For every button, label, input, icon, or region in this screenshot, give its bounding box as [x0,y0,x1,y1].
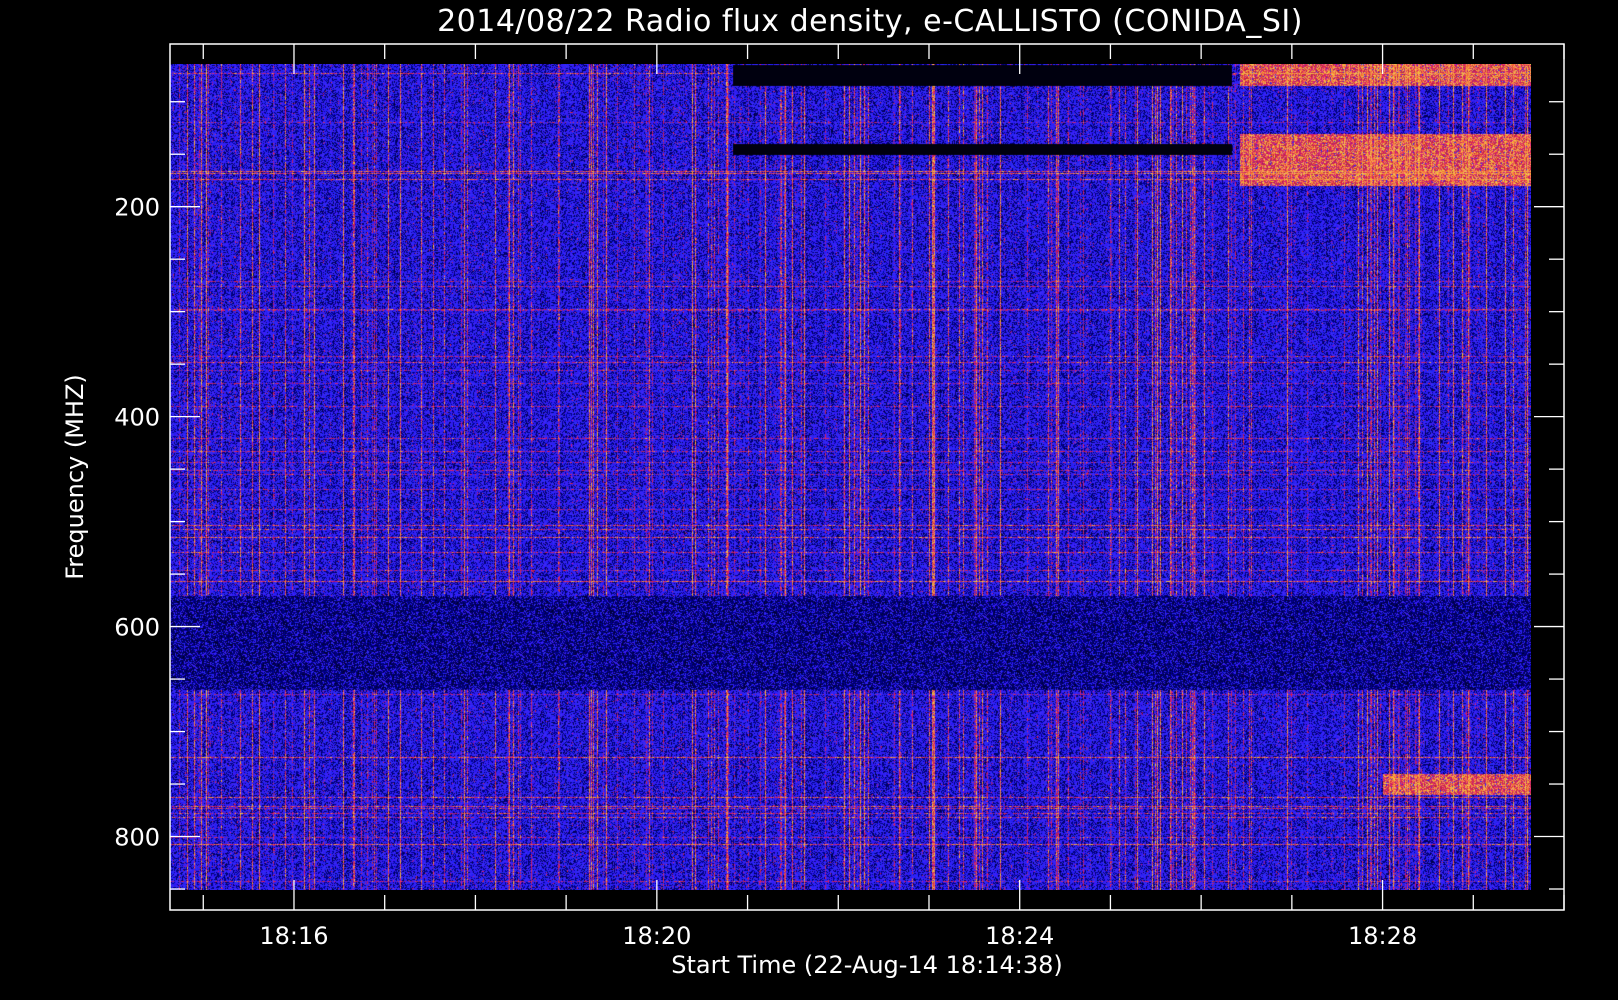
x-tick-label: 18:20 [622,922,691,950]
x-axis-label: Start Time (22-Aug-14 18:14:38) [671,951,1063,979]
y-tick-label: 800 [114,824,160,852]
spectrogram-raster [170,64,1531,890]
spectrogram-image [170,64,1531,890]
spectrogram-chart: 2014/08/22 Radio flux density, e-CALLIST… [0,0,1618,1000]
x-tick-label: 18:28 [1348,922,1417,950]
chart-title: 2014/08/22 Radio flux density, e-CALLIST… [437,4,1303,39]
x-tick-label: 18:16 [259,922,328,950]
x-tick-label: 18:24 [985,922,1054,950]
y-axis-label: Frequency (MHZ) [61,374,89,580]
y-tick-label: 400 [114,404,160,432]
y-tick-label: 600 [114,614,160,642]
y-tick-label: 200 [114,194,160,222]
